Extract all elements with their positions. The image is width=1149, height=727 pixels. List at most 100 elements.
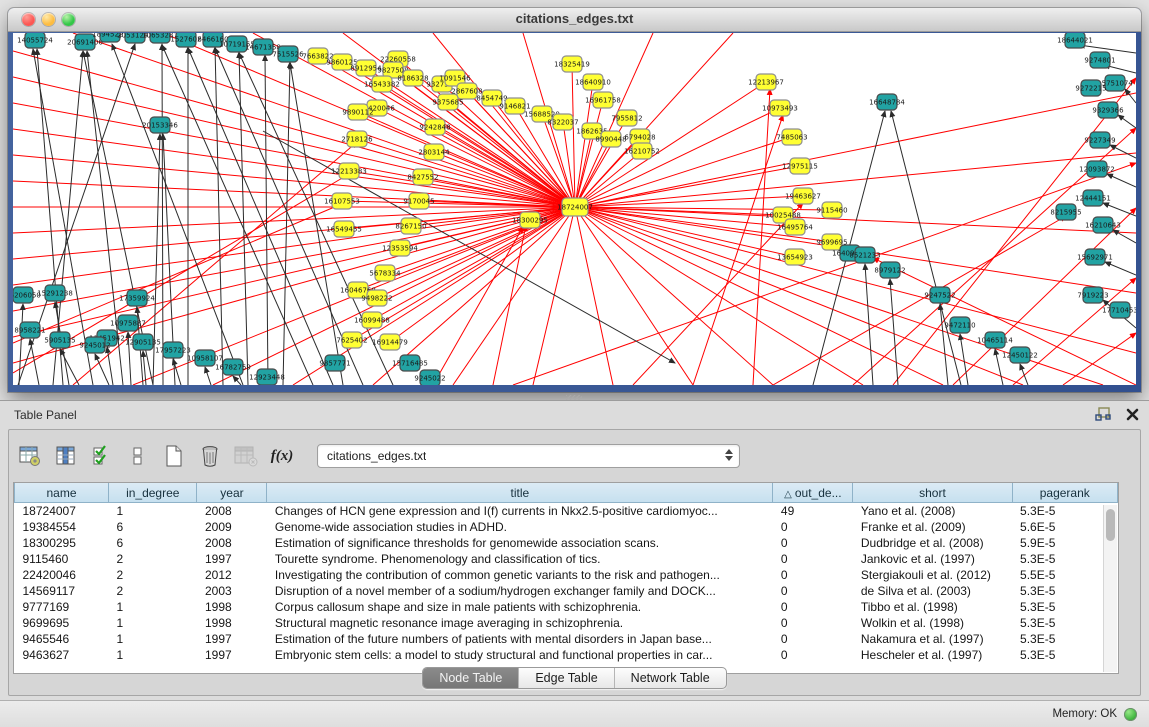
graph-node[interactable]: 9857771 bbox=[319, 355, 350, 371]
table-cell[interactable]: Structural magnetic resonance image aver… bbox=[267, 615, 773, 631]
graph-node[interactable]: 12213383 bbox=[331, 163, 367, 179]
table-row[interactable]: 1938455462009Genome-wide association stu… bbox=[15, 519, 1118, 535]
graph-node[interactable]: 12353594 bbox=[382, 240, 418, 256]
graph-node[interactable]: 13654923 bbox=[777, 249, 813, 265]
graph-node[interactable]: 18325419 bbox=[554, 56, 590, 72]
table-cell[interactable]: 2 bbox=[109, 551, 197, 567]
tab-node-table[interactable]: Node Table bbox=[423, 668, 518, 688]
graph-node[interactable]: 8912954 bbox=[350, 60, 382, 76]
table-cell[interactable]: 1 bbox=[109, 599, 197, 615]
table-mode-button[interactable] bbox=[15, 441, 45, 471]
table-cell[interactable]: 1997 bbox=[197, 647, 267, 663]
graph-node[interactable]: 10465114 bbox=[977, 332, 1013, 348]
graph-node[interactable]: 25206050 bbox=[13, 287, 41, 303]
table-cell[interactable]: 49 bbox=[773, 503, 853, 520]
table-cell[interactable]: de Silva et al. (2003) bbox=[853, 583, 1012, 599]
graph-node[interactable]: 9146821 bbox=[499, 98, 530, 114]
graph-node[interactable]: 18945221 bbox=[92, 33, 128, 42]
graph-node[interactable]: 8979122 bbox=[874, 262, 905, 278]
table-cell[interactable]: 1997 bbox=[197, 551, 267, 567]
table-cell[interactable]: Tibbo et al. (1998) bbox=[853, 599, 1012, 615]
graph-node[interactable]: 7955812 bbox=[611, 110, 642, 126]
table-cell[interactable]: 5.3E-5 bbox=[1012, 551, 1117, 567]
table-cell[interactable]: 1998 bbox=[197, 599, 267, 615]
table-cell[interactable]: Investigating the contribution of common… bbox=[267, 567, 773, 583]
table-cell[interactable]: 1 bbox=[109, 503, 197, 520]
table-cell[interactable]: 9115460 bbox=[15, 551, 109, 567]
table-cell[interactable]: 9777169 bbox=[15, 599, 109, 615]
table-cell[interactable]: 0 bbox=[773, 567, 853, 583]
table-scrollbar-thumb[interactable] bbox=[1106, 509, 1115, 541]
table-cell[interactable]: 0 bbox=[773, 599, 853, 615]
table-cell[interactable]: 18300295 bbox=[15, 535, 109, 551]
graph-node[interactable]: 10653287 bbox=[142, 33, 178, 43]
graph-node[interactable]: 7485063 bbox=[776, 129, 807, 145]
table-cell[interactable]: Dudbridge et al. (2008) bbox=[853, 535, 1012, 551]
table-cell[interactable]: 5.3E-5 bbox=[1012, 583, 1117, 599]
table-cell[interactable]: 9699695 bbox=[15, 615, 109, 631]
table-cell[interactable]: 0 bbox=[773, 583, 853, 599]
table-row[interactable]: 2242004622012Investigating the contribut… bbox=[15, 567, 1118, 583]
table-cell[interactable]: 9463627 bbox=[15, 647, 109, 663]
column-header-out_de[interactable]: △out_de... bbox=[773, 483, 853, 503]
table-cell[interactable]: 5.3E-5 bbox=[1012, 631, 1117, 647]
graph-node[interactable]: 6466160 bbox=[197, 33, 228, 47]
table-cell[interactable]: 5.3E-5 bbox=[1012, 503, 1117, 520]
table-cell[interactable]: Disruption of a novel member of a sodium… bbox=[267, 583, 773, 599]
create-column-button[interactable] bbox=[159, 441, 189, 471]
table-cell[interactable]: 14569117 bbox=[15, 583, 109, 599]
float-panel-icon[interactable] bbox=[1095, 407, 1112, 422]
table-row[interactable]: 1456911722003Disruption of a novel membe… bbox=[15, 583, 1118, 599]
graph-node[interactable]: 20153346 bbox=[142, 117, 178, 133]
tab-edge-table[interactable]: Edge Table bbox=[518, 668, 613, 688]
tab-network-table[interactable]: Network Table bbox=[614, 668, 726, 688]
table-cell[interactable]: 18724007 bbox=[15, 503, 109, 520]
table-cell[interactable]: 0 bbox=[773, 519, 853, 535]
graph-node[interactable]: 17957223 bbox=[155, 342, 191, 358]
table-cell[interactable]: 1998 bbox=[197, 615, 267, 631]
graph-node[interactable]: 7515526 bbox=[272, 46, 304, 62]
function-builder-button[interactable]: f(x) bbox=[267, 441, 297, 471]
table-cell[interactable]: Estimation of the future numbers of pati… bbox=[267, 631, 773, 647]
table-cell[interactable]: 2003 bbox=[197, 583, 267, 599]
table-row[interactable]: 969969511998Structural magnetic resonanc… bbox=[15, 615, 1118, 631]
table-scrollbar[interactable] bbox=[1103, 505, 1117, 672]
table-cell[interactable]: 19384554 bbox=[15, 519, 109, 535]
table-cell[interactable]: Nakamura et al. (1997) bbox=[853, 631, 1012, 647]
table-cell[interactable]: Embryonic stem cells: a model to study s… bbox=[267, 647, 773, 663]
delete-column-button[interactable] bbox=[195, 441, 225, 471]
table-cell[interactable]: 1997 bbox=[197, 631, 267, 647]
table-cell[interactable]: 9465546 bbox=[15, 631, 109, 647]
graph-node[interactable]: 19463627 bbox=[785, 188, 821, 204]
graph-node[interactable]: 9245022 bbox=[414, 370, 445, 385]
table-cell[interactable]: 2008 bbox=[197, 535, 267, 551]
table-cell[interactable]: Corpus callosum shape and size in male p… bbox=[267, 599, 773, 615]
graph-node[interactable]: 16210752 bbox=[624, 143, 660, 159]
table-cell[interactable]: 0 bbox=[773, 615, 853, 631]
table-cell[interactable]: Hescheler et al. (1997) bbox=[853, 647, 1012, 663]
graph-node[interactable]: 16782759 bbox=[215, 359, 251, 375]
close-panel-icon[interactable] bbox=[1126, 408, 1139, 421]
table-row[interactable]: 1872400712008Changes of HCN gene express… bbox=[15, 503, 1118, 520]
network-canvas[interactable]: 1405572420691406189452212053124210653287… bbox=[13, 33, 1136, 385]
table-cell[interactable]: 5.5E-5 bbox=[1012, 567, 1117, 583]
graph-node[interactable]: 18640910 bbox=[575, 74, 611, 90]
column-header-title[interactable]: title bbox=[267, 483, 773, 503]
table-cell[interactable]: 0 bbox=[773, 535, 853, 551]
table-row[interactable]: 911546021997Tourette syndrome. Phenomeno… bbox=[15, 551, 1118, 567]
table-cell[interactable]: 0 bbox=[773, 631, 853, 647]
table-cell[interactable]: Estimation of significance thresholds fo… bbox=[267, 535, 773, 551]
table-cell[interactable]: Yano et al. (2008) bbox=[853, 503, 1012, 520]
column-header-name[interactable]: name bbox=[15, 483, 109, 503]
table-cell[interactable]: 0 bbox=[773, 647, 853, 663]
graph-node[interactable]: 17710453 bbox=[1102, 302, 1136, 318]
graph-node[interactable]: 14671358 bbox=[245, 39, 281, 55]
deselect-all-button[interactable] bbox=[123, 441, 153, 471]
network-file-select[interactable]: citations_edges.txt bbox=[317, 444, 740, 468]
graph-node[interactable]: 2718126 bbox=[341, 131, 373, 147]
table-cell[interactable]: Jankovic et al. (1997) bbox=[853, 551, 1012, 567]
graph-node[interactable]: 7663822 bbox=[302, 48, 333, 64]
import-table-button[interactable] bbox=[231, 441, 261, 471]
graph-node[interactable]: 18724007 bbox=[557, 198, 593, 216]
graph-node[interactable]: 9272215 bbox=[1075, 80, 1106, 96]
